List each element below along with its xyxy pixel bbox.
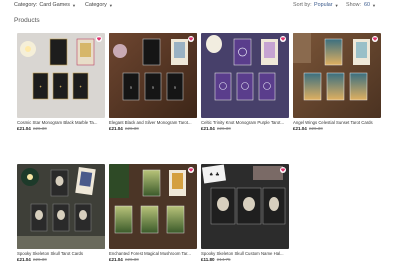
product-image[interactable]: ♠ ♣ [201,164,289,249]
current-price: £21.04 [109,257,123,262]
svg-text:S: S [130,85,132,90]
sort-dropdown-value: Popular [314,2,333,8]
chevron-down-icon: ▼ [334,2,339,8]
product-card[interactable]: Celtic Trinity Knot Monogram Purple Taro… [201,33,289,133]
product-card[interactable]: ✦ ✦ ✦ Cosmic Star Monogram Black Marble … [17,33,105,133]
favorite-heart-icon[interactable] [280,36,286,42]
original-price: £26.30 [125,257,139,262]
favorite-heart-icon[interactable] [280,167,286,173]
favorite-heart-icon[interactable] [96,36,102,42]
current-price: £21.04 [293,126,307,131]
show-label: Show: [346,2,361,8]
product-price: £21.04 £26.30 [17,126,47,131]
original-price: £26.30 [33,126,47,131]
product-image[interactable] [201,33,289,118]
subcategory-dropdown[interactable]: Category ▼ [85,2,113,8]
svg-text:♠ ♣: ♠ ♣ [209,172,220,178]
category-filter-label: Category: [14,2,38,8]
show-dropdown-value: 60 [364,2,370,8]
product-price: £21.04 £26.30 [109,126,139,131]
original-price: £26.30 [217,126,231,131]
product-title[interactable]: Angel Wings Celestial Sunset Tarot Cards [293,120,381,125]
current-price: £11.80 [201,257,215,262]
original-price: £14.75 [216,257,231,262]
show-dropdown[interactable]: 60 ▼ [364,2,376,8]
subcategory-dropdown-value: Category [85,2,107,8]
original-price: £26.30 [125,126,139,131]
current-price: £21.04 [109,126,123,131]
sort-label: Sort by: [293,2,312,8]
product-title[interactable]: Spooky Skeleton Skull Custom Name Hal... [201,251,289,256]
favorite-heart-icon[interactable] [188,167,194,173]
product-image[interactable] [293,33,381,118]
product-title[interactable]: Spooky Skeleton Skull Tarot Cards [17,251,105,256]
filter-toolbar: Category: Card Games ▼ Category ▼ Sort b… [0,0,400,12]
sort-dropdown[interactable]: Popular ▼ [314,2,339,8]
product-card[interactable]: Spooky Skeleton Skull Tarot Cards £21.04… [17,164,105,264]
product-card[interactable]: Enchanted Forest Magical Mushroom Tar...… [109,164,197,264]
current-price: £21.04 [17,257,31,262]
product-title[interactable]: Enchanted Forest Magical Mushroom Tar... [109,251,197,256]
product-image[interactable]: S S S [109,33,197,118]
chevron-down-icon: ▼ [71,2,76,8]
product-price: £21.04 £26.30 [201,126,231,131]
svg-text:S: S [152,85,154,90]
product-price: £21.04 £26.30 [109,257,139,262]
chevron-down-icon: ▼ [372,2,376,8]
product-title[interactable]: Celtic Trinity Knot Monogram Purple Taro… [201,120,289,125]
current-price: £21.04 [17,126,31,131]
product-price: £21.04 £26.30 [293,126,323,131]
original-price: £26.30 [33,257,47,262]
product-price: £11.80 £14.75 [201,257,231,262]
product-title[interactable]: Elegant Black and Silver Monogram Tarot.… [109,120,197,125]
current-price: £21.04 [201,126,215,131]
product-card[interactable]: S S S Elegant Black and Silver Monogram … [109,33,197,133]
product-card[interactable]: ♠ ♣ Spooky Skeleton Skull Custom Name Ha… [201,164,289,264]
product-price: £21.04 £26.30 [17,257,47,262]
original-price: £26.30 [309,126,323,131]
chevron-down-icon: ▼ [108,2,113,8]
favorite-heart-icon[interactable] [188,36,194,42]
product-image[interactable]: ✦ ✦ ✦ [17,33,105,118]
product-title[interactable]: Cosmic Star Monogram Black Marble Ta... [17,120,105,125]
favorite-heart-icon[interactable] [372,36,378,42]
category-filter[interactable]: Category: Card Games ▼ [14,2,76,8]
product-image[interactable] [17,164,105,249]
product-image[interactable] [109,164,197,249]
category-filter-value: Card Games [39,2,70,8]
svg-text:S: S [174,85,176,90]
product-card[interactable]: Angel Wings Celestial Sunset Tarot Cards… [293,33,381,133]
section-title: Products [14,17,40,24]
